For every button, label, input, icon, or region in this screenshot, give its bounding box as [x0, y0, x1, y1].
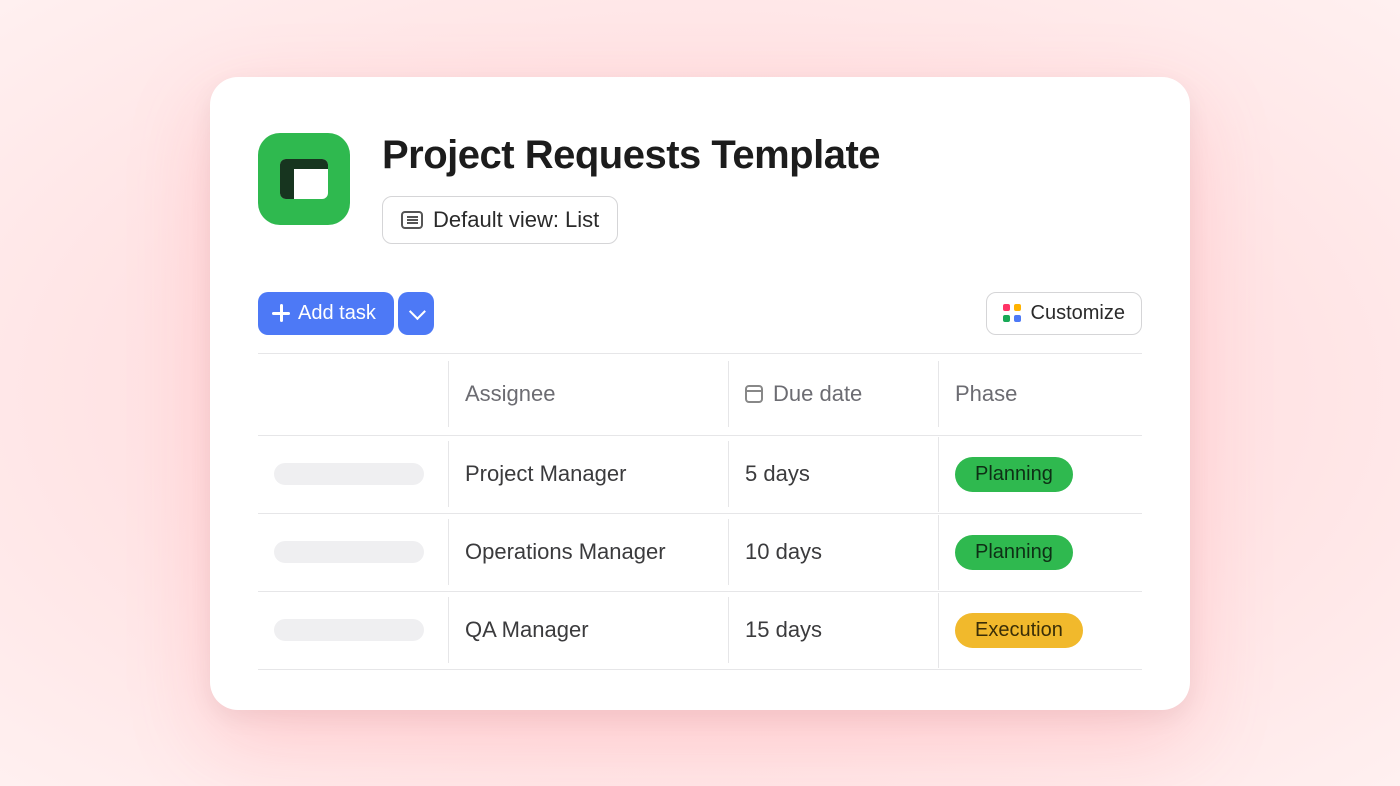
assignee-cell: Operations Manager — [448, 519, 728, 585]
customize-icon — [1003, 304, 1021, 322]
col-phase: Phase — [938, 361, 1142, 427]
due-cell: 10 days — [728, 519, 938, 585]
task-name-cell — [258, 443, 448, 505]
project-icon — [258, 133, 350, 225]
due-cell: 15 days — [728, 597, 938, 663]
table-row[interactable]: QA Manager 15 days Execution — [258, 592, 1142, 670]
page-title: Project Requests Template — [382, 133, 880, 178]
phase-badge: Planning — [955, 535, 1073, 570]
customize-label: Customize — [1031, 302, 1125, 325]
table-row[interactable]: Project Manager 5 days Planning — [258, 436, 1142, 514]
task-name-placeholder — [274, 463, 424, 485]
list-icon — [401, 211, 423, 229]
calendar-icon — [745, 385, 763, 403]
col-task — [258, 374, 448, 414]
phase-badge: Execution — [955, 613, 1083, 648]
phase-cell: Planning — [938, 437, 1142, 512]
default-view-label: Default view: List — [433, 207, 599, 233]
add-task-group: Add task — [258, 292, 434, 335]
assignee-cell: Project Manager — [448, 441, 728, 507]
col-due-label: Due date — [773, 381, 862, 406]
task-name-placeholder — [274, 541, 424, 563]
add-task-label: Add task — [298, 302, 376, 325]
task-name-placeholder — [274, 619, 424, 641]
template-card: Project Requests Template Default view: … — [210, 77, 1190, 710]
phase-cell: Execution — [938, 593, 1142, 668]
table-row[interactable]: Operations Manager 10 days Planning — [258, 514, 1142, 592]
header: Project Requests Template Default view: … — [258, 133, 1142, 244]
task-table: Assignee Due date Phase Project Manager … — [258, 353, 1142, 670]
task-name-cell — [258, 599, 448, 661]
due-cell: 5 days — [728, 441, 938, 507]
assignee-cell: QA Manager — [448, 597, 728, 663]
table-header-row: Assignee Due date Phase — [258, 354, 1142, 436]
phase-badge: Planning — [955, 457, 1073, 492]
chevron-down-icon — [409, 303, 426, 320]
toolbar: Add task Customize — [258, 292, 1142, 335]
default-view-chip[interactable]: Default view: List — [382, 196, 618, 244]
plus-icon — [272, 304, 290, 322]
task-name-cell — [258, 521, 448, 583]
add-task-button[interactable]: Add task — [258, 292, 394, 335]
col-due: Due date — [728, 361, 938, 427]
add-task-dropdown-button[interactable] — [398, 292, 434, 335]
customize-button[interactable]: Customize — [986, 292, 1142, 335]
col-assignee: Assignee — [448, 361, 728, 427]
phase-cell: Planning — [938, 515, 1142, 590]
header-text: Project Requests Template Default view: … — [382, 133, 880, 244]
